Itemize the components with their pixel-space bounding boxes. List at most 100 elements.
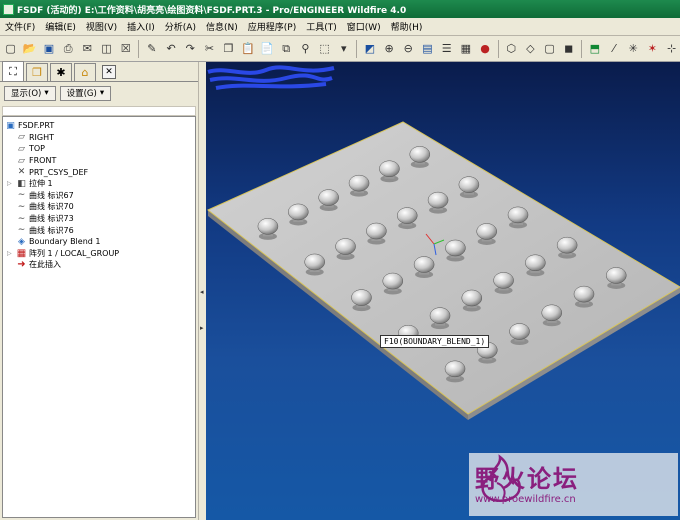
show-button[interactable]: 显示(O) ▾: [4, 85, 56, 101]
undo-icon[interactable]: ↶: [162, 40, 179, 58]
hidden-line-icon[interactable]: ◇: [522, 40, 539, 58]
toolbar-separator: [138, 39, 140, 58]
panel-splitter[interactable]: ◂ ▸: [198, 62, 206, 520]
menu-analysis[interactable]: 分析(A): [160, 20, 201, 33]
regenerate-icon[interactable]: ✎: [143, 40, 160, 58]
tab-connections[interactable]: ⌂: [74, 63, 96, 81]
button-feature: [605, 267, 627, 289]
tree-item-label: 曲线 标识67: [29, 190, 74, 200]
spin-center-icon[interactable]: ⊹: [663, 40, 680, 58]
tree-item-front[interactable]: ▱ FRONT: [3, 155, 195, 167]
appearance-icon[interactable]: ●: [476, 40, 493, 58]
tree-item-extrude[interactable]: ▷ ◧ 拉伸 1: [3, 178, 195, 190]
feature-tooltip: F10(BOUNDARY_BLEND_1): [380, 335, 490, 348]
selection-dropdown-icon[interactable]: ▾: [335, 40, 352, 58]
tree-item-curve-73[interactable]: ∼ 曲线 标识73: [3, 213, 195, 225]
open-folder-icon[interactable]: 📂: [21, 40, 38, 58]
button-feature: [427, 191, 449, 214]
tab-folder-browser[interactable]: ❐: [26, 63, 48, 81]
expand-right-icon[interactable]: ▸: [200, 324, 204, 332]
tree-item-csys[interactable]: ✕ PRT_CSYS_DEF: [3, 166, 195, 178]
tree-item-top[interactable]: ▱ TOP: [3, 143, 195, 155]
tree-item-curve-67[interactable]: ∼ 曲线 标识67: [3, 190, 195, 202]
button-feature: [335, 238, 356, 261]
graphics-viewport[interactable]: F10(BOUNDARY_BLEND_1) 野火论坛 www.proewildf…: [206, 62, 680, 520]
menu-insert[interactable]: 插入(I): [122, 20, 160, 33]
tree-item-right[interactable]: ▱ RIGHT: [3, 132, 195, 144]
button-feature: [409, 146, 431, 168]
window-title: FSDF (活动的) E:\工作资料\胡亮亮\绘图资料\FSDF.PRT.3 -…: [17, 5, 407, 16]
button-feature: [573, 285, 595, 308]
repaint-icon[interactable]: ◩: [361, 40, 378, 58]
close-window-icon[interactable]: ☒: [117, 40, 134, 58]
tree-root[interactable]: ▣ FSDF.PRT: [3, 120, 195, 132]
tree-item-insert-here[interactable]: ➜ 在此插入: [3, 259, 195, 271]
selection-box-icon[interactable]: ⬚: [316, 40, 333, 58]
print-icon[interactable]: ⎙: [60, 40, 77, 58]
expand-icon[interactable]: ▷: [7, 180, 12, 187]
button-feature: [509, 323, 530, 345]
cut-icon[interactable]: ✂: [201, 40, 218, 58]
expand-icon[interactable]: ▷: [7, 250, 12, 257]
coordinate-systems-icon[interactable]: ✶: [644, 40, 661, 58]
button-feature: [444, 360, 466, 383]
datum-points-icon[interactable]: ✳: [625, 40, 642, 58]
redo-icon[interactable]: ↷: [182, 40, 199, 58]
tree-item-curve-70[interactable]: ∼ 曲线 标识70: [3, 201, 195, 213]
saved-views-icon[interactable]: ▦: [457, 40, 474, 58]
chevron-down-icon: ▾: [99, 88, 105, 98]
tree-item-label: 曲线 标识76: [29, 225, 74, 235]
menu-help[interactable]: 帮助(H): [386, 20, 428, 33]
wireframe-icon[interactable]: ⬡: [503, 40, 520, 58]
tree-item-boundary-blend[interactable]: ◈ Boundary Blend 1: [3, 236, 195, 248]
shading-icon[interactable]: ◼: [560, 40, 577, 58]
find-icon[interactable]: ⚲: [297, 40, 314, 58]
regenerate-model-icon[interactable]: ⧉: [278, 40, 295, 58]
refit-icon[interactable]: ▤: [419, 40, 436, 58]
email-icon[interactable]: ✉: [79, 40, 96, 58]
settings-button[interactable]: 设置(G) ▾: [59, 85, 112, 101]
menu-tools[interactable]: 工具(T): [301, 20, 342, 33]
no-hidden-icon[interactable]: ▢: [541, 40, 558, 58]
collapse-left-icon[interactable]: ◂: [200, 288, 204, 296]
menu-edit[interactable]: 编辑(E): [40, 20, 81, 33]
save-icon[interactable]: ▣: [40, 40, 57, 58]
button-feature: [382, 272, 404, 295]
button-feature: [413, 256, 435, 279]
tree-item-label: TOP: [29, 144, 46, 154]
copy-icon[interactable]: ❐: [220, 40, 237, 58]
button-feature: [396, 207, 418, 230]
menu-view[interactable]: 视图(V): [81, 20, 122, 33]
button-feature: [458, 176, 480, 199]
button-feature: [288, 203, 309, 226]
datum-axes-icon[interactable]: ⁄: [605, 40, 622, 58]
tab-model-tree[interactable]: ⛶: [2, 61, 24, 81]
paste-icon[interactable]: 📋: [239, 40, 256, 58]
menu-file[interactable]: 文件(F): [0, 20, 40, 33]
datum-planes-icon[interactable]: ⬒: [586, 40, 603, 58]
tree-item-pattern[interactable]: ▷ ▦ 阵列 1 / LOCAL_GROUP: [3, 248, 195, 260]
paste-special-icon[interactable]: 📄: [258, 40, 275, 58]
forum-watermark: 野火论坛 www.proewildfire.cn: [469, 453, 678, 516]
menu-applications[interactable]: 应用程序(P): [243, 20, 301, 33]
close-panel-button[interactable]: ✕: [102, 65, 116, 79]
tree-item-label: Boundary Blend 1: [29, 237, 101, 247]
zoom-out-icon[interactable]: ⊖: [400, 40, 417, 58]
insert-arrow-icon: ➜: [17, 259, 26, 271]
zoom-in-icon[interactable]: ⊕: [380, 40, 397, 58]
button-feature: [257, 218, 279, 240]
tree-filter-field[interactable]: [2, 106, 196, 116]
button-feature: [304, 253, 325, 276]
tab-favorites[interactable]: ✱: [50, 63, 72, 81]
model-tree-panel: ⛶ ❐ ✱ ⌂ ✕ 显示(O) ▾ 设置(G) ▾ ▣ FSDF.PRT ▱ RIG…: [0, 61, 198, 520]
new-file-icon[interactable]: ▢: [2, 40, 19, 58]
window-icon[interactable]: ◫: [98, 40, 115, 58]
extrude-icon: ◧: [17, 178, 26, 189]
tree-item-curve-76[interactable]: ∼ 曲线 标识76: [3, 224, 195, 236]
menu-window[interactable]: 窗口(W): [342, 20, 386, 33]
menu-info[interactable]: 信息(N): [201, 20, 243, 33]
main-toolbar: ▢ 📂 ▣ ⎙ ✉ ◫ ☒ ✎ ↶ ↷ ✂ ❐ 📋 📄 ⧉ ⚲ ⬚ ▾ ◩ ⊕ …: [0, 36, 680, 62]
layers-icon[interactable]: ☰: [438, 40, 455, 58]
tree-item-label: 曲线 标识70: [29, 202, 74, 212]
menu-bar: 文件(F) 编辑(E) 视图(V) 插入(I) 分析(A) 信息(N) 应用程序…: [0, 18, 680, 36]
